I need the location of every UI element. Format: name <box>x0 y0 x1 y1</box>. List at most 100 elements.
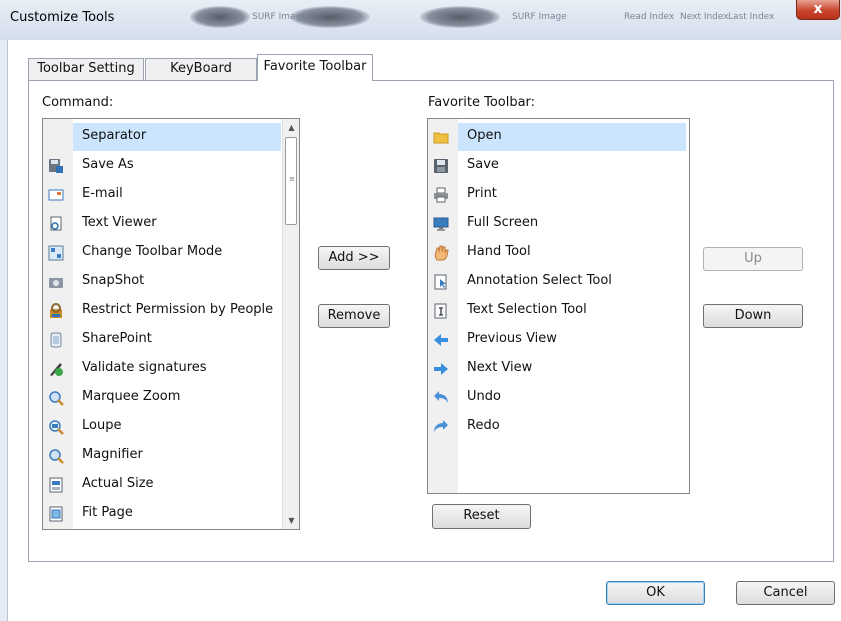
scroll-up-icon[interactable]: ▲ <box>283 119 299 136</box>
scroll-down-icon[interactable]: ▼ <box>283 512 299 529</box>
header-decoration <box>420 6 500 28</box>
cancel-button[interactable]: Cancel <box>736 581 835 605</box>
list-item-label: Next View <box>467 360 533 375</box>
toolbar-mode-icon <box>48 245 64 261</box>
header-decoration <box>190 6 250 28</box>
tab-label: KeyBoard <box>170 61 232 76</box>
header-text: Last Index <box>728 12 775 22</box>
favorite-toolbar-label: Favorite Toolbar: <box>428 95 536 110</box>
list-item-label: Marquee Zoom <box>82 389 181 404</box>
list-item[interactable]: Hand Tool <box>428 239 689 268</box>
list-item[interactable]: Text Selection Tool <box>428 297 689 326</box>
list-item-label: Text Selection Tool <box>467 302 587 317</box>
magnifier-icon <box>48 448 64 464</box>
close-icon: x <box>813 1 823 17</box>
tab-label: Toolbar Setting <box>37 61 135 76</box>
title-bar: Customize Tools SURF Image SURF Image Re… <box>0 0 841 40</box>
text-viewer-icon <box>48 216 64 232</box>
command-list-scrollbar[interactable]: ▲ ≡ ▼ <box>282 119 299 529</box>
tab-toolbar-setting[interactable]: Toolbar Setting <box>28 58 144 80</box>
remove-button[interactable]: Remove <box>318 304 390 328</box>
list-item-label: Previous View <box>467 331 557 346</box>
list-item[interactable]: Fit Page <box>43 500 283 529</box>
header-text: SURF Image <box>252 12 307 22</box>
header-text: SURF Image <box>512 12 567 22</box>
add-button[interactable]: Add >> <box>318 246 390 270</box>
close-button[interactable]: x <box>796 0 840 20</box>
header-text: Read Index <box>624 12 675 22</box>
list-item-label: E-mail <box>82 186 123 201</box>
list-item[interactable]: Undo <box>428 384 689 413</box>
list-item[interactable]: Print <box>428 181 689 210</box>
redo-icon <box>433 419 449 435</box>
tab-keyboard[interactable]: KeyBoard <box>145 58 257 80</box>
annotation-select-icon <box>433 274 449 290</box>
arrow-right-icon <box>433 361 449 377</box>
list-item[interactable]: Change Toolbar Mode <box>43 239 283 268</box>
list-item-label: Validate signatures <box>82 360 207 375</box>
hand-icon <box>433 245 449 261</box>
down-button[interactable]: Down <box>703 304 803 328</box>
list-item[interactable]: Open <box>428 123 689 152</box>
list-item[interactable]: Marquee Zoom <box>43 384 283 413</box>
list-item-label: Loupe <box>82 418 122 433</box>
list-item-label: Undo <box>467 389 501 404</box>
printer-icon <box>433 187 449 203</box>
fit-page-icon <box>48 506 64 522</box>
list-item[interactable]: Redo <box>428 413 689 442</box>
arrow-left-icon <box>433 332 449 348</box>
list-item[interactable]: Validate signatures <box>43 355 283 384</box>
folder-icon <box>433 129 449 145</box>
monitor-icon <box>433 216 449 232</box>
command-list[interactable]: Separator Save As E-mail Text Viewer Cha… <box>42 118 300 530</box>
list-item[interactable]: Magnifier <box>43 442 283 471</box>
list-item-label: Restrict Permission by People <box>82 302 274 317</box>
list-item-label: Actual Size <box>82 476 154 491</box>
command-label: Command: <box>42 95 114 110</box>
grip-icon: ≡ <box>289 175 295 183</box>
list-item[interactable]: Next View <box>428 355 689 384</box>
tab-label: Favorite Toolbar <box>263 59 367 74</box>
list-item[interactable]: E-mail <box>43 181 283 210</box>
list-item[interactable]: Text Viewer <box>43 210 283 239</box>
list-item-label: Change Toolbar Mode <box>82 244 223 259</box>
list-item-label: SharePoint <box>82 331 152 346</box>
list-item-label: Text Viewer <box>82 215 157 230</box>
reset-button[interactable]: Reset <box>432 504 531 529</box>
window-title: Customize Tools <box>10 10 115 25</box>
list-item[interactable]: Separator <box>43 123 283 152</box>
list-item[interactable]: Restrict Permission by People <box>43 297 283 326</box>
list-item[interactable]: Actual Size <box>43 471 283 500</box>
sharepoint-icon <box>48 332 64 348</box>
list-item[interactable]: SharePoint <box>43 326 283 355</box>
header-text: Next Index <box>680 12 729 22</box>
list-item[interactable]: Previous View <box>428 326 689 355</box>
list-item-label: Fit Page <box>82 505 133 520</box>
loupe-icon <box>48 419 64 435</box>
list-item-label: Save <box>467 157 499 172</box>
list-item-label: Hand Tool <box>467 244 531 259</box>
up-button[interactable]: Up <box>703 247 803 271</box>
list-item-label: Redo <box>467 418 500 433</box>
favorite-toolbar-list[interactable]: Open Save Print Full Screen Hand Tool An… <box>427 118 690 494</box>
list-item-label: Print <box>467 186 497 201</box>
email-icon <box>48 187 64 203</box>
list-item[interactable]: Save <box>428 152 689 181</box>
list-item[interactable]: SnapShot <box>43 268 283 297</box>
list-item-label: Annotation Select Tool <box>467 273 612 288</box>
list-item[interactable]: Loupe <box>43 413 283 442</box>
tab-favorite-toolbar[interactable]: Favorite Toolbar <box>257 54 373 81</box>
list-item-label: SnapShot <box>82 273 145 288</box>
list-item-label: Full Screen <box>467 215 539 230</box>
list-item-label: Save As <box>82 157 134 172</box>
list-item[interactable]: Save As <box>43 152 283 181</box>
permission-icon <box>48 303 64 319</box>
ok-button[interactable]: OK <box>606 581 705 605</box>
actual-size-icon <box>48 477 64 493</box>
list-item-label: Separator <box>82 128 147 143</box>
scrollbar-thumb[interactable]: ≡ <box>285 137 297 225</box>
list-item[interactable]: Annotation Select Tool <box>428 268 689 297</box>
list-item[interactable]: Full Screen <box>428 210 689 239</box>
camera-icon <box>48 274 64 290</box>
window-frame <box>0 40 8 621</box>
